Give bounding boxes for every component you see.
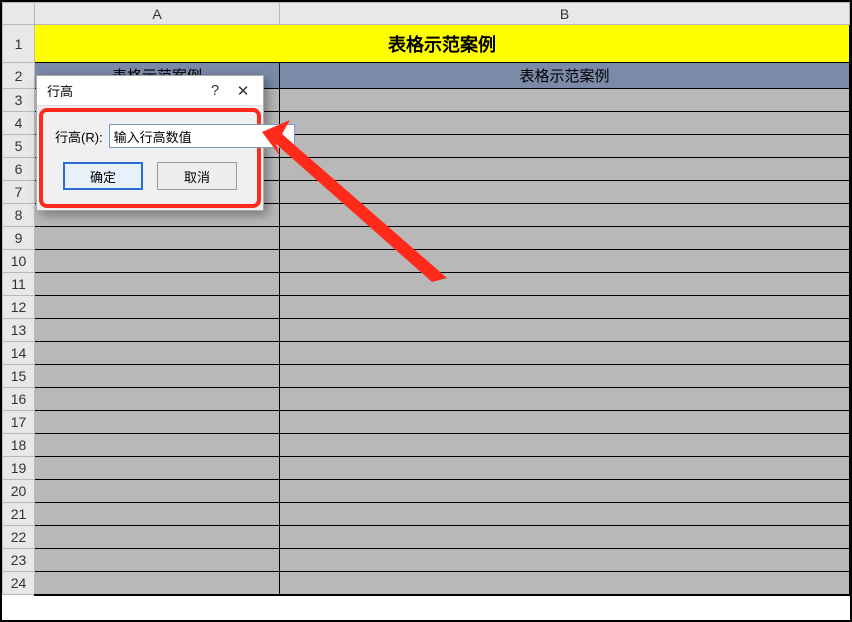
row-header-20[interactable]: 20 [3,480,35,503]
table-row: 9 [3,227,850,250]
column-header-B[interactable]: B [280,3,850,25]
cell-A16[interactable] [35,388,280,411]
row-header-16[interactable]: 16 [3,388,35,411]
cell-B4[interactable] [280,112,850,135]
cell-B23[interactable] [280,549,850,572]
cell-A19[interactable] [35,457,280,480]
row-header-11[interactable]: 11 [3,273,35,296]
row-header-18[interactable]: 18 [3,434,35,457]
row-header-5[interactable]: 5 [3,135,35,158]
cell-A12[interactable] [35,296,280,319]
row-height-field: 行高(R): [55,124,245,148]
cell-B18[interactable] [280,434,850,457]
table-row: 19 [3,457,850,480]
cell-B7[interactable] [280,181,850,204]
cell-A18[interactable] [35,434,280,457]
cell-A11[interactable] [35,273,280,296]
cell-A10[interactable] [35,250,280,273]
cell-B5[interactable] [280,135,850,158]
cell-A15[interactable] [35,365,280,388]
cell-A20[interactable] [35,480,280,503]
cell-A24[interactable] [35,572,280,595]
table-row: 11 [3,273,850,296]
row-header-23[interactable]: 23 [3,549,35,572]
ok-button[interactable]: 确定 [63,162,143,190]
help-icon[interactable]: ? [201,80,229,102]
cell-B12[interactable] [280,296,850,319]
row-header-21[interactable]: 21 [3,503,35,526]
row-header-19[interactable]: 19 [3,457,35,480]
table-row: 15 [3,365,850,388]
cell-A21[interactable] [35,503,280,526]
table-row: 17 [3,411,850,434]
table-row: 22 [3,526,850,549]
table-row: 16 [3,388,850,411]
cell-B24[interactable] [280,572,850,595]
row-height-label: 行高(R): [55,127,103,146]
cell-A9[interactable] [35,227,280,250]
dialog-titlebar[interactable]: 行高 ? ✕ [37,76,263,106]
table-row: 14 [3,342,850,365]
cell-B9[interactable] [280,227,850,250]
select-all-corner[interactable] [3,3,35,25]
dialog-body: 行高(R): 确定 取消 [39,108,261,208]
row-header-13[interactable]: 13 [3,319,35,342]
dialog-title-text: 行高 [47,81,201,100]
column-header-row: A B [3,3,850,25]
row-header-24[interactable]: 24 [3,572,35,595]
cell-B13[interactable] [280,319,850,342]
table-row: 1表格示范案例 [3,25,850,63]
column-header-A[interactable]: A [35,3,280,25]
row-header-2[interactable]: 2 [3,63,35,89]
row-header-3[interactable]: 3 [3,89,35,112]
merged-title-cell[interactable]: 表格示范案例 [35,25,850,63]
row-header-4[interactable]: 4 [3,112,35,135]
row-header-15[interactable]: 15 [3,365,35,388]
row-height-dialog: 行高 ? ✕ 行高(R): 确定 取消 [36,75,264,211]
cell-A17[interactable] [35,411,280,434]
table-row: 20 [3,480,850,503]
cell-A13[interactable] [35,319,280,342]
cell-B11[interactable] [280,273,850,296]
cell-B22[interactable] [280,526,850,549]
cell-B20[interactable] [280,480,850,503]
cell-B19[interactable] [280,457,850,480]
cancel-button[interactable]: 取消 [157,162,237,190]
cell-B8[interactable] [280,204,850,227]
row-height-input[interactable] [109,124,295,148]
table-row: 24 [3,572,850,595]
row-header-6[interactable]: 6 [3,158,35,181]
cell-B10[interactable] [280,250,850,273]
close-icon[interactable]: ✕ [229,80,257,102]
row-header-7[interactable]: 7 [3,181,35,204]
row-header-22[interactable]: 22 [3,526,35,549]
table-row: 18 [3,434,850,457]
cell-B2[interactable]: 表格示范案例 [280,63,850,89]
table-row: 23 [3,549,850,572]
cell-A23[interactable] [35,549,280,572]
table-row: 12 [3,296,850,319]
cell-B3[interactable] [280,89,850,112]
row-header-8[interactable]: 8 [3,204,35,227]
cell-B16[interactable] [280,388,850,411]
cell-A14[interactable] [35,342,280,365]
dialog-button-row: 确定 取消 [55,162,245,190]
table-row: 21 [3,503,850,526]
cell-B6[interactable] [280,158,850,181]
row-header-14[interactable]: 14 [3,342,35,365]
cell-B15[interactable] [280,365,850,388]
row-header-12[interactable]: 12 [3,296,35,319]
table-row: 13 [3,319,850,342]
row-header-17[interactable]: 17 [3,411,35,434]
cell-B21[interactable] [280,503,850,526]
cell-B14[interactable] [280,342,850,365]
cell-B17[interactable] [280,411,850,434]
row-header-9[interactable]: 9 [3,227,35,250]
cell-A22[interactable] [35,526,280,549]
table-row: 10 [3,250,850,273]
row-header-10[interactable]: 10 [3,250,35,273]
row-header-1[interactable]: 1 [3,25,35,63]
